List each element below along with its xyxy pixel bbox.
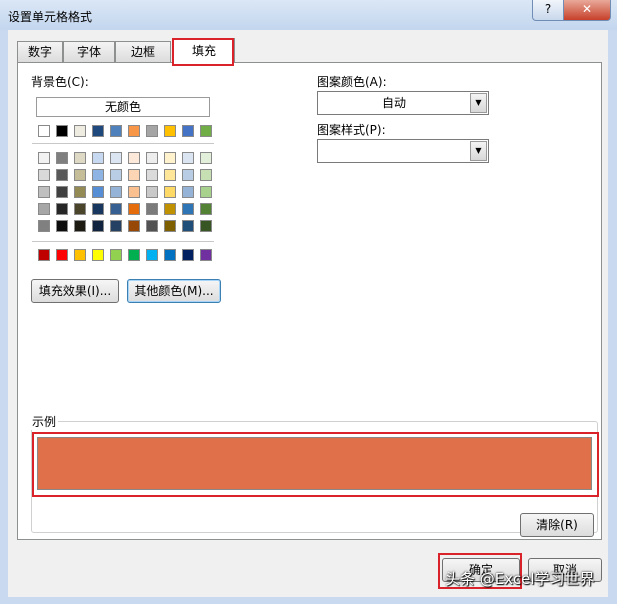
tab-font[interactable]: 字体 [63, 41, 115, 62]
dialog-title: 设置单元格格式 [8, 10, 93, 24]
more-colors-button[interactable]: 其他颜色(M)... [127, 279, 221, 303]
tab-border[interactable]: 边框 [115, 41, 171, 62]
theme-shade-swatch[interactable] [56, 203, 68, 215]
theme-shade-swatch[interactable] [146, 186, 158, 198]
theme-shade-swatch[interactable] [38, 220, 50, 232]
standard-color-swatch[interactable] [110, 249, 122, 261]
background-color-label: 背景色(C): [31, 75, 89, 89]
theme-shade-swatch[interactable] [164, 220, 176, 232]
theme-shade-swatch[interactable] [92, 152, 104, 164]
theme-shade-swatch[interactable] [200, 186, 212, 198]
theme-color-swatch[interactable] [74, 125, 86, 137]
theme-shade-swatch[interactable] [110, 186, 122, 198]
theme-shade-swatch[interactable] [128, 152, 140, 164]
theme-shade-swatch[interactable] [182, 169, 194, 181]
palette-separator [32, 241, 214, 242]
theme-color-swatch[interactable] [128, 125, 140, 137]
theme-shade-swatch[interactable] [74, 152, 86, 164]
fill-effects-button[interactable]: 填充效果(I)... [31, 279, 119, 303]
tab-number[interactable]: 数字 [17, 41, 63, 62]
dialog-body: 数字 字体 边框 填充 背景色(C): 无颜色 填充效果(I)... 其他颜色(… [8, 30, 608, 597]
theme-shade-swatch[interactable] [200, 203, 212, 215]
pattern-color-label: 图案颜色(A): [317, 75, 387, 89]
theme-shade-swatch[interactable] [182, 203, 194, 215]
theme-shade-swatch[interactable] [182, 186, 194, 198]
theme-shade-swatch[interactable] [38, 169, 50, 181]
standard-color-swatch[interactable] [164, 249, 176, 261]
standard-color-swatch[interactable] [74, 249, 86, 261]
theme-shade-swatch[interactable] [92, 220, 104, 232]
clear-button[interactable]: 清除(R) [520, 513, 594, 537]
theme-color-swatch[interactable] [182, 125, 194, 137]
theme-color-swatch[interactable] [92, 125, 104, 137]
theme-shade-swatch[interactable] [92, 169, 104, 181]
standard-color-swatch[interactable] [92, 249, 104, 261]
title-bar: 设置单元格格式 ? ✕ [0, 0, 617, 30]
theme-shade-swatch[interactable] [110, 152, 122, 164]
fill-tab-highlight [172, 38, 234, 66]
sample-preview [37, 437, 592, 490]
theme-shade-swatch[interactable] [146, 203, 158, 215]
theme-shade-swatch[interactable] [128, 220, 140, 232]
theme-shade-swatch[interactable] [182, 152, 194, 164]
theme-shade-swatch[interactable] [164, 186, 176, 198]
theme-shade-swatch[interactable] [74, 186, 86, 198]
watermark: 头条 @Excel学习世界 [445, 570, 595, 588]
theme-shade-swatch[interactable] [56, 152, 68, 164]
standard-color-swatch[interactable] [38, 249, 50, 261]
sample-label: 示例 [30, 413, 59, 430]
standard-color-swatch[interactable] [128, 249, 140, 261]
theme-shade-swatch[interactable] [200, 220, 212, 232]
theme-shade-swatch[interactable] [146, 220, 158, 232]
theme-shade-swatch[interactable] [56, 169, 68, 181]
theme-shade-swatch[interactable] [74, 169, 86, 181]
theme-shade-swatch[interactable] [110, 220, 122, 232]
theme-shade-swatch[interactable] [56, 186, 68, 198]
close-button[interactable]: ✕ [563, 0, 611, 21]
theme-color-swatch[interactable] [56, 125, 68, 137]
standard-color-swatch[interactable] [146, 249, 158, 261]
standard-color-swatch[interactable] [200, 249, 212, 261]
standard-color-swatch[interactable] [56, 249, 68, 261]
theme-color-swatch[interactable] [38, 125, 50, 137]
theme-shade-swatch[interactable] [128, 186, 140, 198]
palette-separator [32, 143, 214, 144]
no-color-button[interactable]: 无颜色 [36, 97, 210, 117]
help-button[interactable]: ? [532, 0, 564, 21]
theme-shade-swatch[interactable] [92, 203, 104, 215]
theme-shade-swatch[interactable] [164, 203, 176, 215]
theme-shade-swatch[interactable] [92, 186, 104, 198]
dropdown-arrow-icon[interactable]: ▼ [470, 141, 487, 161]
theme-shade-swatch[interactable] [38, 186, 50, 198]
theme-shade-swatch[interactable] [200, 169, 212, 181]
theme-shade-swatch[interactable] [146, 169, 158, 181]
theme-color-swatch[interactable] [164, 125, 176, 137]
theme-shade-swatch[interactable] [38, 152, 50, 164]
theme-shade-swatch[interactable] [182, 220, 194, 232]
fill-panel: 背景色(C): 无颜色 填充效果(I)... 其他颜色(M)... 图案颜色(A… [17, 62, 602, 540]
theme-shade-swatch[interactable] [128, 203, 140, 215]
standard-color-swatch[interactable] [182, 249, 194, 261]
pattern-style-select[interactable]: ▼ [317, 139, 489, 163]
theme-shade-swatch[interactable] [200, 152, 212, 164]
dropdown-arrow-icon[interactable]: ▼ [470, 93, 487, 113]
theme-shade-swatch[interactable] [164, 169, 176, 181]
pattern-style-label: 图案样式(P): [317, 123, 386, 137]
pattern-color-select[interactable]: 自动 ▼ [317, 91, 489, 115]
pattern-style-value [318, 140, 470, 162]
theme-color-swatch[interactable] [110, 125, 122, 137]
theme-color-swatch[interactable] [146, 125, 158, 137]
theme-shade-swatch[interactable] [38, 203, 50, 215]
dialog-frame: 设置单元格格式 ? ✕ 数字 字体 边框 填充 背景色(C): 无颜色 填充效果… [0, 0, 617, 604]
pattern-color-value: 自动 [381, 96, 406, 110]
theme-shade-swatch[interactable] [110, 203, 122, 215]
theme-shade-swatch[interactable] [128, 169, 140, 181]
theme-shade-swatch[interactable] [56, 220, 68, 232]
theme-color-swatch[interactable] [200, 125, 212, 137]
theme-shade-swatch[interactable] [110, 169, 122, 181]
theme-shade-swatch[interactable] [74, 203, 86, 215]
theme-shade-swatch[interactable] [74, 220, 86, 232]
theme-shade-swatch[interactable] [164, 152, 176, 164]
theme-shade-swatch[interactable] [146, 152, 158, 164]
